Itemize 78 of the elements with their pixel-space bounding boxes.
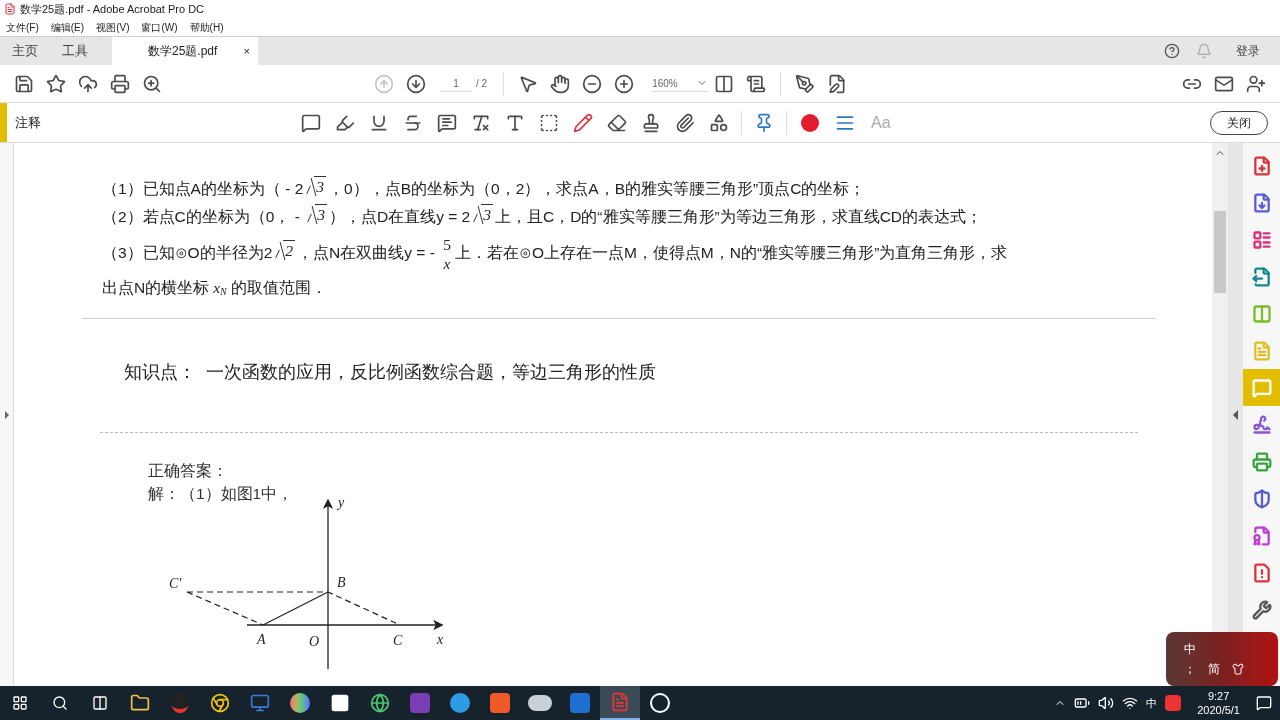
save-icon bbox=[14, 73, 34, 94]
pdf-file-icon bbox=[4, 3, 16, 15]
add-user-icon bbox=[1246, 73, 1266, 94]
menu-item[interactable]: 帮助(H) bbox=[189, 19, 224, 35]
figure-label: y bbox=[338, 496, 345, 510]
figure-label: A bbox=[257, 631, 266, 647]
pen-icon bbox=[795, 73, 816, 94]
document-tab[interactable]: 数学25题.pdf × bbox=[112, 37, 258, 65]
ime-mode[interactable]: 中 bbox=[1184, 639, 1278, 659]
problem-text: （2）若点C的坐标为（0， - 3 ），点D在直线y = 2 3 上，且C，D的“雅实等腰三角形”为等边三角形，求直线CD的表达式； bbox=[101, 203, 984, 227]
segment-line bbox=[262, 591, 329, 626]
pencil-icon bbox=[573, 112, 593, 133]
ide-app-icon[interactable] bbox=[250, 693, 270, 713]
clock[interactable]: 9:27 2020/5/1 bbox=[1197, 689, 1240, 717]
figure-label: C bbox=[393, 632, 403, 648]
highlighter-icon bbox=[335, 112, 355, 133]
text-box-icon bbox=[539, 112, 559, 133]
star-icon bbox=[46, 73, 66, 94]
scrollbar-thumb[interactable] bbox=[1214, 211, 1226, 293]
paperclip-icon bbox=[675, 112, 695, 133]
ime-script[interactable]: 简 bbox=[1208, 659, 1220, 679]
tab-label: 数学25题.pdf bbox=[148, 43, 218, 60]
shapes-icon bbox=[709, 112, 729, 133]
zoom-in-icon bbox=[614, 73, 635, 94]
hand-icon bbox=[550, 73, 571, 94]
notifications-icon[interactable] bbox=[1256, 695, 1272, 711]
collapse-arrow-icon[interactable] bbox=[1233, 409, 1238, 420]
problem-text: （1）已知点A的坐标为（ - 2 3 ，0），点B的坐标为（0，2），求点A，B的雅实等腰三角形”顶点C的坐标； bbox=[101, 175, 867, 199]
comment-tool-icon bbox=[1251, 377, 1272, 398]
battery-icon[interactable] bbox=[1074, 695, 1091, 711]
stamp-icon bbox=[641, 112, 661, 133]
menu-item[interactable]: 编辑(E) bbox=[50, 19, 85, 35]
square-app-icon[interactable] bbox=[490, 693, 510, 713]
expand-arrow-icon[interactable] bbox=[4, 410, 9, 419]
comment-icon bbox=[301, 112, 321, 133]
scroll-mode-icon bbox=[746, 73, 767, 94]
nav-tab[interactable]: 工具 bbox=[50, 37, 100, 65]
figure-label: B bbox=[337, 574, 346, 590]
menu-item[interactable]: 视图(V) bbox=[96, 19, 130, 35]
answer-heading: 正确答案： bbox=[148, 460, 229, 481]
active-tool-indicator bbox=[0, 103, 7, 142]
close-tab-button[interactable]: × bbox=[243, 42, 250, 60]
cloud-upload-icon bbox=[78, 73, 98, 94]
login-link[interactable]: 登录 bbox=[1236, 42, 1260, 60]
zoom-out-icon bbox=[582, 73, 603, 94]
print-icon bbox=[110, 73, 130, 94]
page-number-field[interactable]: 1 bbox=[440, 75, 472, 92]
page-fit-icon bbox=[714, 73, 735, 94]
color-picker[interactable] bbox=[801, 113, 819, 132]
color-wheel-app-icon[interactable] bbox=[290, 693, 310, 713]
menu-item[interactable]: 文件(F) bbox=[6, 19, 39, 35]
figure-label: O bbox=[309, 633, 320, 649]
comment-toolbar-title: 注释 bbox=[15, 113, 42, 132]
start-icon[interactable] bbox=[12, 695, 28, 711]
pin-icon bbox=[754, 112, 774, 133]
eraser-icon bbox=[607, 112, 627, 133]
ime-punctuation[interactable]: ； bbox=[1184, 659, 1196, 679]
edit-file-icon bbox=[827, 73, 848, 94]
figure-label: x bbox=[437, 631, 444, 647]
knowledge-points: 知识点： 一次函数的应用，反比例函数综合题，等边三角形的性质 bbox=[124, 360, 657, 384]
menu-item[interactable]: 窗口(W) bbox=[141, 19, 178, 35]
skin-icon[interactable] bbox=[1232, 663, 1244, 675]
search-icon bbox=[142, 73, 162, 94]
search-icon[interactable] bbox=[52, 695, 68, 711]
folder-icon[interactable] bbox=[130, 693, 150, 713]
page-total: / 2 bbox=[476, 77, 488, 91]
window-title: 数学25题.pdf - Adobe Acrobat Pro DC bbox=[20, 1, 205, 17]
zoom-dropdown[interactable]: 160% bbox=[652, 75, 709, 92]
input-method-indicator[interactable]: 中 bbox=[1146, 694, 1158, 712]
ime-toolbar[interactable]: 中 ； 简 bbox=[1166, 632, 1278, 686]
nav-tab[interactable]: 主页 bbox=[0, 37, 50, 65]
browser-icon[interactable] bbox=[210, 693, 230, 713]
wifi-icon[interactable] bbox=[1122, 695, 1139, 711]
task-view-icon[interactable] bbox=[92, 695, 108, 711]
text-comment-icon bbox=[437, 112, 457, 133]
volume-icon[interactable] bbox=[1098, 695, 1115, 711]
figure-label: C' bbox=[169, 575, 182, 591]
help-icon[interactable] bbox=[1164, 43, 1180, 59]
